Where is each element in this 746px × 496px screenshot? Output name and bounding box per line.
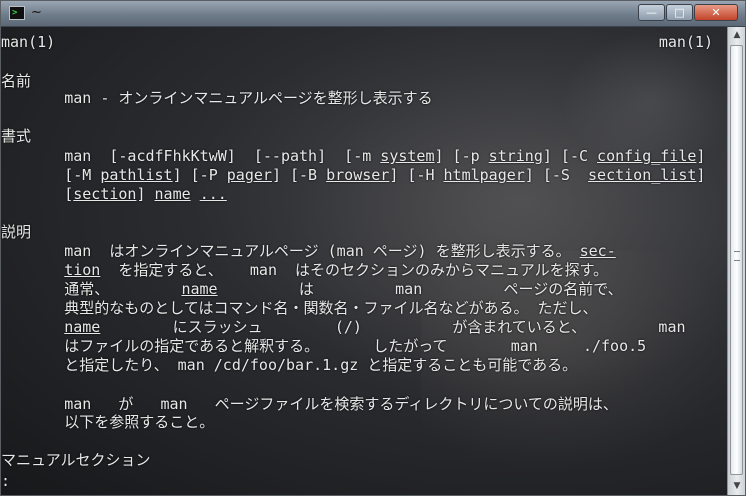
underlined-argument: name [154,185,191,203]
underlined-argument: string [488,147,543,165]
thumb-grip-icon [734,251,740,261]
description-line: 通常、 name は man ページの名前で、 [1,280,623,299]
text-segment: ] [-B [271,166,327,184]
text-segment: [ [1,185,74,203]
text-segment: を指定すると、 man はそのセクションのみからマニュアルを探す。 [100,261,609,279]
text-segment: はファイルの指定であると解釈する。 したがって man ./foo.5 [1,337,647,355]
prompt-glyph: > [12,8,18,18]
title-bar[interactable]: > ~ — □ ✕ [1,1,745,27]
scrollbar-thumb[interactable] [730,45,743,475]
pager-prompt: : [1,472,10,491]
close-button[interactable]: ✕ [694,4,738,21]
underlined-argument: system [380,147,435,165]
text-segment: ] [-P [172,166,227,184]
text-segment [191,185,200,203]
section-heading-manual-sections: マニュアルセクション [1,451,151,470]
underlined-argument: tion [64,261,101,279]
window-title: ~ [31,5,42,20]
description-line: man が man ページファイルを検索するディレクトリについての説明は、 [1,395,618,414]
description-line: tion を指定すると、 man はそのセクションのみからマニュアルを探す。 [1,261,608,280]
text-segment: 典型的なものとしてはコマンド名・関数名・ファイル名などがある。 ただし、 [1,299,598,317]
description-line: 典型的なものとしてはコマンド名・関数名・ファイル名などがある。 ただし、 [1,299,598,318]
synopsis-line: [-M pathlist] [-P pager] [-B browser] [-… [1,166,705,185]
underlined-argument: browser [326,166,390,184]
text-segment: ] [696,166,706,184]
section-heading-synopsis: 書式 [1,127,31,146]
terminal-window: > ~ — □ ✕ man(1) man(1) 名前 man - オンラインマニ… [0,0,746,496]
underlined-argument: sec- [579,242,616,260]
terminal-text-area[interactable]: man(1) man(1) 名前 man - オンラインマニュアルページを整形し… [1,27,725,495]
text-segment: man が man ページファイルを検索するディレクトリについての説明は、 [1,395,618,413]
man-header-right: man(1) [658,33,713,51]
vertical-scrollbar[interactable]: ▲ ▼ [727,27,745,495]
maximize-button[interactable]: □ [666,4,693,21]
scroll-up-icon[interactable]: ▲ [730,28,744,43]
maximize-icon: □ [674,6,685,19]
text-segment: ] [-S [524,166,589,184]
description-line: 以下を参照すること。 [1,413,214,432]
text-segment: man [-acdfFhkKtwW] [--path] [-m [1,147,381,165]
text-segment: : [1,472,11,490]
synopsis-line: [section] name ... [1,185,227,204]
text-segment: 書式 [1,127,32,145]
text-segment: 通常、 [1,280,182,298]
underlined-argument: pager [226,166,272,184]
terminal-app-icon[interactable]: > [9,6,25,20]
text-segment: ] [-H [389,166,444,184]
description-line: name にスラッシュ (/) が含まれていると、 man [1,318,686,337]
description-line: と指定したり、 man /cd/foo/bar.1.gz と指定することも可能で… [1,356,577,375]
text-segment: ] [136,185,155,203]
synopsis-line: man [-acdfFhkKtwW] [--path] [-m system] … [1,147,705,166]
text-segment: は man ページの名前で、 [217,280,623,298]
name-description: man - オンラインマニュアルページを整形し表示する [1,89,433,108]
text-segment: 以下を参照すること。 [1,413,215,431]
minimize-icon: — [646,6,657,19]
text-segment: [-M [1,166,101,184]
text-segment: ] [-p [434,147,489,165]
underlined-argument: pathlist [100,166,173,184]
text-segment: ] [696,147,706,165]
scroll-down-icon[interactable]: ▼ [730,479,744,494]
text-segment: man - オンラインマニュアルページを整形し表示する [1,89,433,107]
text-segment: man はオンラインマニュアルページ (man ページ) を整形し表示する。 [1,242,580,260]
underlined-argument: name [181,280,218,298]
close-icon: ✕ [711,6,721,19]
section-heading-description: 説明 [1,223,31,242]
text-segment: 説明 [1,223,32,241]
text-segment [1,318,64,336]
minimize-button[interactable]: — [638,4,665,21]
text-segment [1,261,64,279]
text-segment: 名前 [1,72,32,90]
underlined-argument: htmlpager [443,166,525,184]
underlined-argument: config_file [597,147,697,165]
underlined-argument: ... [199,185,227,203]
text-segment: ] [-C [542,147,598,165]
underlined-argument: section_list [588,166,697,184]
text-segment: にスラッシュ (/) が含まれていると、 man [100,318,686,336]
text-segment: と指定したり、 man /cd/foo/bar.1.gz と指定することも可能で… [1,356,578,374]
underlined-argument: name [64,318,101,336]
underlined-argument: section [73,185,137,203]
description-line: man はオンラインマニュアルページ (man ページ) を整形し表示する。 s… [1,242,616,261]
description-line: はファイルの指定であると解釈する。 したがって man ./foo.5 [1,337,646,356]
text-segment: マニュアルセクション [1,451,151,469]
